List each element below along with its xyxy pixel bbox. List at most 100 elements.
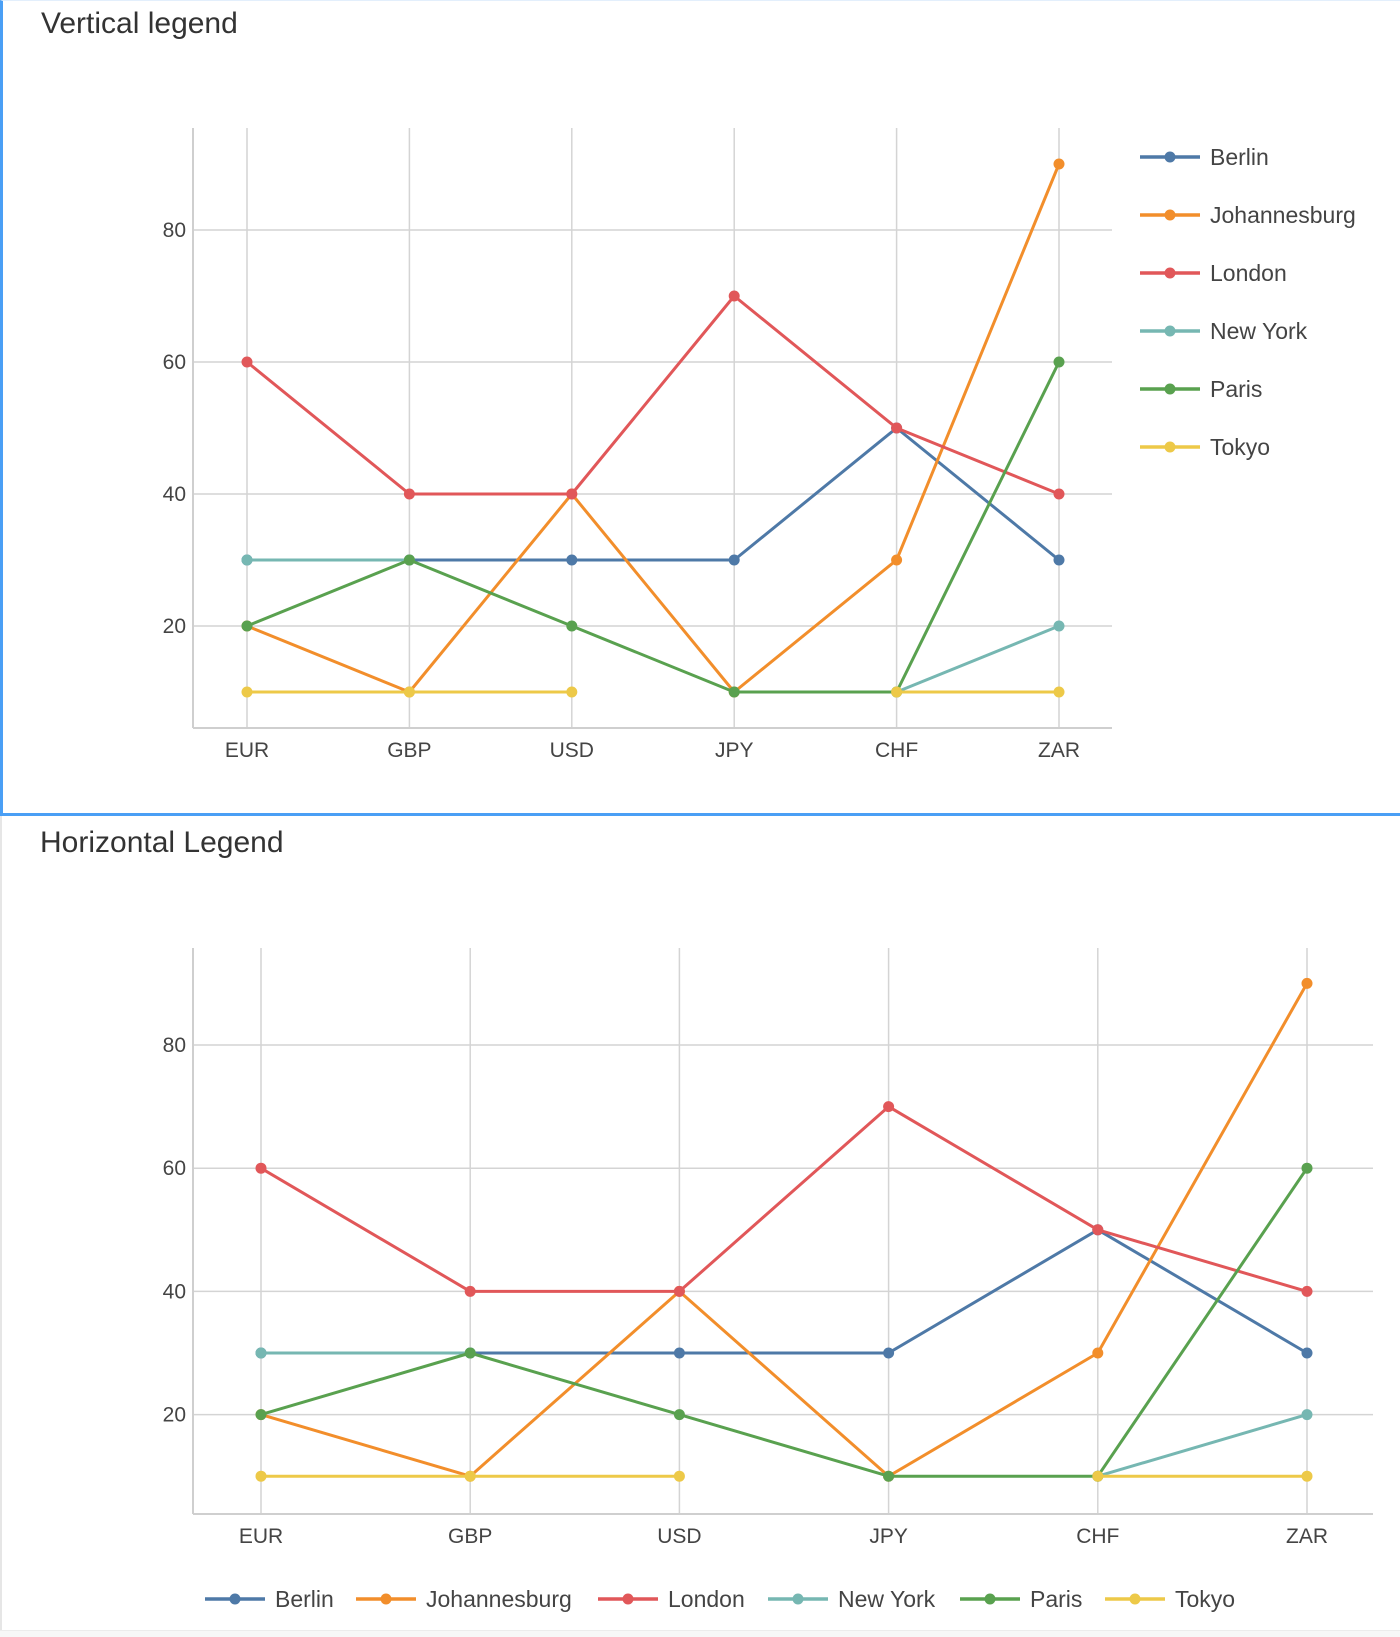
data-point (728, 290, 740, 302)
series-london (241, 290, 1065, 500)
series-line (246, 361, 1061, 694)
legend-item-london[interactable]: London (1140, 260, 1287, 286)
legend-swatch-dot (1164, 151, 1176, 163)
legend-swatch-dot (1164, 325, 1176, 337)
charts-canvas: 20 40 60 80 EUR GBP USD JPY CHF ZAR Berlin Johannes… (163, 128, 1373, 1612)
x-tick-label: CHF (1076, 1525, 1119, 1548)
data-point (403, 488, 415, 500)
y-tick-label: 80 (163, 1034, 186, 1057)
legend-swatch-dot (984, 1593, 996, 1605)
data-point (1301, 1347, 1313, 1359)
data-point (566, 686, 578, 698)
y-tick-label: 60 (163, 1157, 186, 1180)
legend-label: London (1210, 260, 1287, 286)
data-point (1053, 488, 1065, 500)
y-tick-label: 40 (163, 483, 186, 506)
data-point (403, 686, 415, 698)
legend-item-paris[interactable]: Paris (960, 1586, 1082, 1612)
legend-swatch-dot (1164, 383, 1176, 395)
data-point (1092, 1470, 1104, 1482)
x-tick-label: ZAR (1286, 1525, 1328, 1548)
series-tokyo (241, 686, 1065, 698)
series-line (260, 982, 1309, 1478)
data-point (1301, 1409, 1313, 1421)
data-point (891, 686, 903, 698)
data-point (883, 1470, 895, 1482)
legend-swatch-dot (1164, 267, 1176, 279)
data-point (673, 1409, 685, 1421)
legend-label: Tokyo (1210, 434, 1270, 460)
legend-label: Tokyo (1175, 1586, 1235, 1612)
data-point (464, 1347, 476, 1359)
x-tick-label: EUR (225, 739, 269, 762)
series-line (260, 1105, 1308, 1293)
data-point (403, 554, 415, 566)
legend-item-berlin[interactable]: Berlin (1140, 144, 1269, 170)
legend-item-paris[interactable]: Paris (1140, 376, 1262, 402)
y-tick-label: 20 (163, 1404, 186, 1427)
x-tick-label: CHF (875, 739, 918, 762)
data-point (464, 1285, 476, 1297)
legend-swatch-dot (380, 1593, 392, 1605)
data-point (241, 554, 253, 566)
series-paris (241, 356, 1065, 698)
legend-swatch-dot (229, 1593, 241, 1605)
data-point (1053, 356, 1065, 368)
data-point (728, 686, 740, 698)
data-point (891, 554, 903, 566)
data-point (241, 686, 253, 698)
legend-item-berlin[interactable]: Berlin (205, 1586, 334, 1612)
x-tick-label: ZAR (1038, 739, 1080, 762)
legend: Berlin Johannesburg London New York Paris Tok… (205, 1586, 1235, 1612)
data-point (673, 1285, 685, 1297)
legend-item-tokyo[interactable]: Tokyo (1140, 434, 1270, 460)
data-point (1301, 1162, 1313, 1174)
data-point (241, 356, 253, 368)
x-tick-label: GBP (448, 1525, 492, 1548)
y-tick-label: 60 (163, 351, 186, 374)
data-point (464, 1470, 476, 1482)
x-tick-label: USD (550, 739, 594, 762)
x-tick-label: GBP (387, 739, 431, 762)
data-point (1092, 1347, 1104, 1359)
legend-swatch-dot (1129, 1593, 1141, 1605)
x-tick-label: JPY (869, 1525, 908, 1548)
legend-item-tokyo[interactable]: Tokyo (1105, 1586, 1235, 1612)
legend-item-johannesburg[interactable]: Johannesburg (1140, 202, 1356, 228)
legend-label: Paris (1030, 1586, 1082, 1612)
data-point (883, 1101, 895, 1113)
data-point (255, 1409, 267, 1421)
x-tick-label: USD (657, 1525, 701, 1548)
data-point (1301, 1470, 1313, 1482)
legend-item-new-york[interactable]: New York (768, 1586, 936, 1612)
data-point (728, 554, 740, 566)
series-line (260, 1167, 1309, 1478)
y-tick-label: 20 (163, 615, 186, 638)
data-point (1301, 977, 1313, 989)
legend-item-london[interactable]: London (598, 1586, 745, 1612)
legend-item-new-york[interactable]: New York (1140, 318, 1308, 344)
data-point (673, 1470, 685, 1482)
legend-swatch-dot (1164, 209, 1176, 221)
legend-swatch-dot (1164, 441, 1176, 453)
data-point (891, 422, 903, 434)
data-point (1301, 1285, 1313, 1297)
x-tick-label: EUR (239, 1525, 283, 1548)
line-chart-vertical-legend: 20 40 60 80 EUR GBP USD JPY CHF ZAR Berlin Johannes… (163, 128, 1356, 762)
data-point (255, 1162, 267, 1174)
line-chart-horizontal-legend: 20 40 60 80 EUR GBP USD JPY CHF ZAR Berlin Johannes… (163, 948, 1373, 1612)
data-point (1053, 620, 1065, 632)
legend-swatch-dot (622, 1593, 634, 1605)
data-point (1053, 158, 1065, 170)
legend-label: New York (1210, 318, 1308, 344)
data-point (255, 1347, 267, 1359)
series-johannesburg (255, 977, 1313, 1482)
y-tick-label: 80 (163, 219, 186, 242)
y-tick-label: 40 (163, 1280, 186, 1303)
legend-label: London (668, 1586, 745, 1612)
legend-item-johannesburg[interactable]: Johannesburg (356, 1586, 572, 1612)
series-tokyo (255, 1470, 1313, 1482)
series-paris (255, 1162, 1313, 1482)
data-point (1053, 554, 1065, 566)
legend-label: Johannesburg (1210, 202, 1356, 228)
